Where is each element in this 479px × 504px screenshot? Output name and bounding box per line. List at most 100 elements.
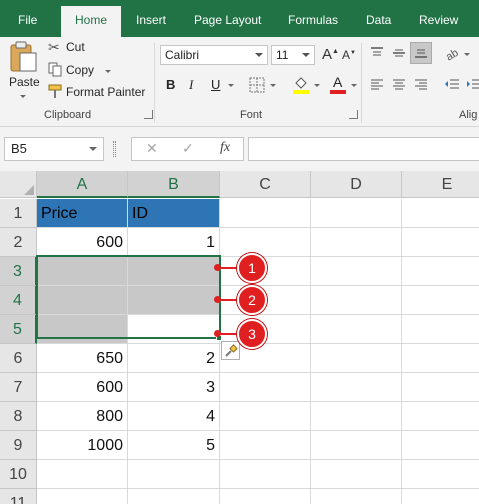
cell-d3[interactable] (311, 257, 402, 286)
column-header-c[interactable]: C (220, 171, 311, 198)
clipboard-launcher-icon[interactable] (144, 110, 153, 119)
row-header-4[interactable]: 4 (0, 286, 37, 315)
cell-a6[interactable]: 650 (37, 344, 128, 373)
fill-color-dropdown-icon[interactable] (314, 84, 320, 87)
tab-formulas[interactable]: Formulas (288, 0, 338, 37)
increase-indent-icon[interactable] (466, 79, 479, 91)
cell-e9[interactable] (402, 431, 479, 460)
quick-options-button[interactable] (221, 341, 240, 360)
align-top-icon[interactable] (370, 47, 384, 59)
copy-button[interactable]: Copy (46, 61, 116, 79)
cell-d5[interactable] (311, 315, 402, 344)
row-header-6[interactable]: 6 (0, 344, 37, 373)
cell-b8[interactable]: 4 (128, 402, 220, 431)
align-right-icon[interactable] (414, 79, 428, 91)
row-header-3[interactable]: 3 (0, 257, 37, 286)
cell-e3[interactable] (402, 257, 479, 286)
cell-c2[interactable] (220, 228, 311, 257)
row-header-2[interactable]: 2 (0, 228, 37, 257)
cell-c9[interactable] (220, 431, 311, 460)
cell-b11[interactable] (128, 489, 220, 504)
tab-page-layout[interactable]: Page Layout (194, 0, 261, 37)
cell-b2[interactable]: 1 (128, 228, 220, 257)
cell-d9[interactable] (311, 431, 402, 460)
cell-a1[interactable]: Price (37, 199, 128, 228)
cell-a11[interactable] (37, 489, 128, 504)
format-painter-button[interactable]: Format Painter (46, 83, 150, 101)
font-size-select[interactable]: 11 (271, 45, 315, 65)
font-launcher-icon[interactable] (349, 110, 358, 119)
cell-e1[interactable] (402, 199, 479, 228)
insert-function-icon[interactable]: fx (220, 140, 230, 156)
cell-d11[interactable] (311, 489, 402, 504)
cell-d6[interactable] (311, 344, 402, 373)
cell-a2[interactable]: 600 (37, 228, 128, 257)
borders-icon[interactable] (249, 77, 265, 93)
row-header-10[interactable]: 10 (0, 460, 37, 489)
column-header-d[interactable]: D (311, 171, 402, 198)
cell-c1[interactable] (220, 199, 311, 228)
font-color-dropdown-icon[interactable] (351, 84, 357, 87)
row-header-8[interactable]: 8 (0, 402, 37, 431)
cell-d7[interactable] (311, 373, 402, 402)
tab-insert[interactable]: Insert (136, 0, 166, 37)
tab-data[interactable]: Data (366, 0, 391, 37)
underline-button[interactable]: U (211, 77, 220, 92)
cell-c8[interactable] (220, 402, 311, 431)
cell-d1[interactable] (311, 199, 402, 228)
column-header-b[interactable]: B (128, 171, 220, 198)
cell-e8[interactable] (402, 402, 479, 431)
cut-button[interactable]: ✂ Cut (46, 39, 96, 57)
row-header-5[interactable]: 5 (0, 315, 37, 344)
row-header-9[interactable]: 9 (0, 431, 37, 460)
cell-a7[interactable]: 600 (37, 373, 128, 402)
cell-e7[interactable] (402, 373, 479, 402)
cell-e4[interactable] (402, 286, 479, 315)
cell-e2[interactable] (402, 228, 479, 257)
tab-review[interactable]: Review (419, 0, 458, 37)
cell-a10[interactable] (37, 460, 128, 489)
cell-b1[interactable]: ID (128, 199, 220, 228)
tab-file[interactable]: File (18, 0, 37, 37)
cell-c7[interactable] (220, 373, 311, 402)
align-center-icon[interactable] (392, 79, 406, 91)
cell-b9[interactable]: 5 (128, 431, 220, 460)
cell-b6[interactable]: 2 (128, 344, 220, 373)
cell-e11[interactable] (402, 489, 479, 504)
increase-font-size-button[interactable]: A▲ (322, 46, 339, 63)
cell-a9[interactable]: 1000 (37, 431, 128, 460)
cell-e6[interactable] (402, 344, 479, 373)
column-header-a[interactable]: A (37, 171, 128, 198)
orientation-icon[interactable]: ab (444, 45, 462, 61)
fill-color-icon[interactable] (292, 75, 310, 95)
align-middle-icon[interactable] (392, 47, 406, 59)
borders-dropdown-icon[interactable] (270, 84, 276, 87)
font-color-button[interactable]: A (330, 74, 348, 94)
resize-handle[interactable] (113, 141, 116, 157)
cell-b7[interactable]: 3 (128, 373, 220, 402)
bold-button[interactable]: B (166, 77, 175, 92)
name-box[interactable]: B5 (4, 137, 104, 161)
decrease-indent-icon[interactable] (444, 79, 460, 91)
decrease-font-size-button[interactable]: A▼ (342, 48, 356, 62)
column-header-e[interactable]: E (402, 171, 479, 198)
font-name-select[interactable]: Calibri (160, 45, 268, 65)
row-header-11[interactable]: 11 (0, 489, 37, 504)
orientation-dropdown-icon[interactable] (464, 53, 470, 56)
row-header-1[interactable]: 1 (0, 199, 37, 228)
italic-button[interactable]: I (189, 77, 193, 93)
align-left-icon[interactable] (370, 79, 384, 91)
tab-home[interactable]: Home (61, 6, 121, 37)
cell-e10[interactable] (402, 460, 479, 489)
underline-dropdown-icon[interactable] (228, 84, 234, 87)
row-header-7[interactable]: 7 (0, 373, 37, 402)
cell-b10[interactable] (128, 460, 220, 489)
cell-d4[interactable] (311, 286, 402, 315)
formula-input[interactable] (248, 137, 479, 161)
cell-c10[interactable] (220, 460, 311, 489)
cancel-icon[interactable]: ✕ (146, 140, 158, 157)
cell-a8[interactable]: 800 (37, 402, 128, 431)
cell-c11[interactable] (220, 489, 311, 504)
select-all-corner[interactable] (0, 171, 37, 198)
cell-d8[interactable] (311, 402, 402, 431)
